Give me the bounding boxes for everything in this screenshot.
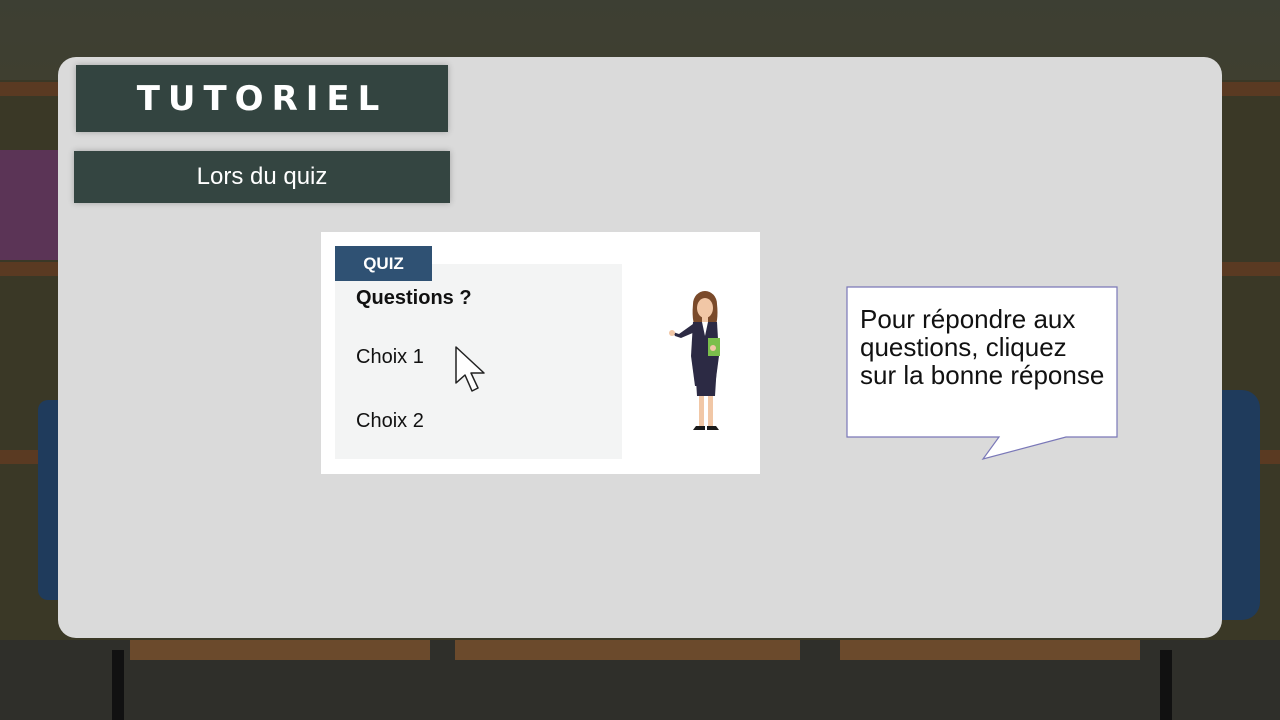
background-desk bbox=[840, 640, 1140, 660]
quiz-question: Questions ? bbox=[356, 287, 472, 309]
background-desk bbox=[455, 640, 800, 660]
presenter-illustration bbox=[669, 291, 720, 430]
background-chair-leg bbox=[112, 650, 124, 720]
background-desk bbox=[130, 640, 430, 660]
speech-bubble-text: Pour répondre aux questions, cliquez sur… bbox=[860, 304, 1105, 390]
background-chair-leg bbox=[1160, 650, 1172, 720]
title-banner: TUTORIEL bbox=[76, 65, 448, 132]
subtitle-banner: Lors du quiz bbox=[74, 151, 450, 203]
quiz-tag: QUIZ bbox=[335, 246, 432, 281]
slide-stage: TUTORIEL Lors du quiz QUIZ Questions ? C… bbox=[0, 0, 1280, 720]
page-subtitle: Lors du quiz bbox=[196, 163, 328, 190]
quiz-preview-card: QUIZ Questions ? Choix 1 Choix 2 bbox=[321, 232, 760, 474]
page-title: TUTORIEL bbox=[136, 78, 388, 119]
quiz-choice-1[interactable]: Choix 1 bbox=[356, 346, 424, 369]
mouse-pointer-icon bbox=[455, 346, 485, 392]
quiz-choice-2[interactable]: Choix 2 bbox=[356, 410, 424, 433]
background-poster bbox=[0, 150, 60, 260]
